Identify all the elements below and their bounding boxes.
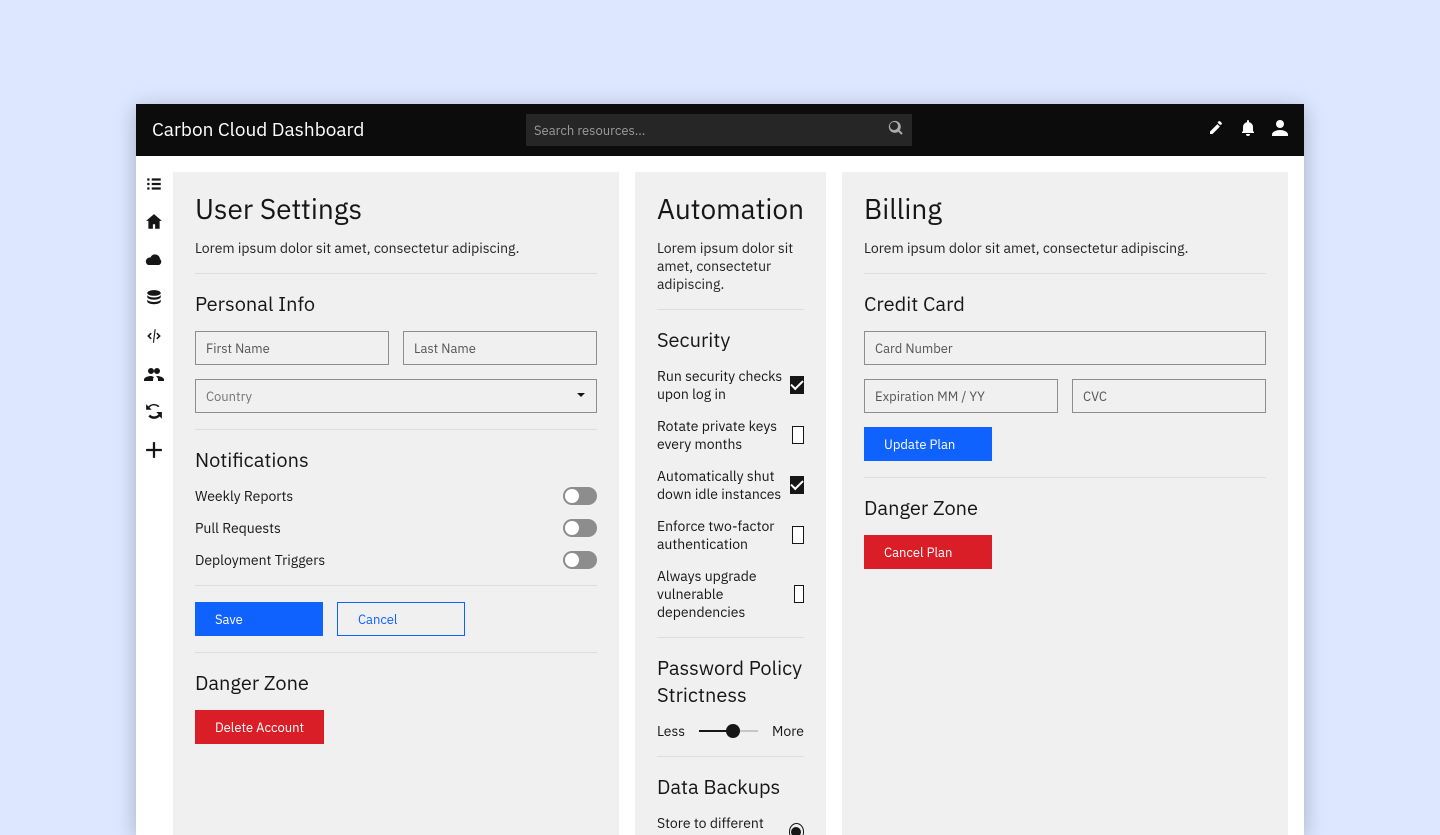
password-policy-heading: Password Policy Strictness (657, 654, 804, 708)
checkbox-upgrade-deps[interactable] (794, 585, 804, 603)
toggle-pull-requests[interactable] (563, 519, 597, 537)
panel-title: Automation (657, 190, 804, 227)
toggle-label: Pull Requests (195, 519, 281, 537)
header-bar: Carbon Cloud Dashboard (136, 104, 1304, 156)
save-button[interactable]: Save (195, 602, 323, 636)
checkbox-enforce-2fa[interactable] (792, 526, 804, 544)
slider-more-label: More (772, 722, 804, 740)
divider (864, 477, 1266, 478)
checkbox-rotate-keys[interactable] (792, 426, 804, 444)
bell-icon[interactable] (1240, 120, 1256, 141)
expiration-input[interactable] (864, 379, 1058, 413)
refresh-icon[interactable] (138, 400, 170, 424)
app-title: Carbon Cloud Dashboard (152, 118, 364, 142)
user-icon[interactable] (1272, 120, 1288, 141)
slider-thumb[interactable] (726, 724, 740, 738)
divider (657, 756, 804, 757)
user-settings-panel: User Settings Lorem ipsum dolor sit amet… (173, 172, 619, 835)
cvc-input[interactable] (1072, 379, 1266, 413)
checkbox-shutdown-idle[interactable] (790, 476, 804, 494)
divider (864, 273, 1266, 274)
checkbox-login-checks[interactable] (790, 376, 804, 394)
notifications-heading: Notifications (195, 446, 597, 473)
users-icon[interactable] (138, 362, 170, 386)
toggle-label: Deployment Triggers (195, 551, 325, 569)
divider (657, 637, 804, 638)
home-icon[interactable] (138, 210, 170, 234)
search-wrap (526, 114, 912, 146)
panel-title: Billing (864, 190, 1266, 227)
check-label: Always upgrade vulnerable dependencies (657, 567, 794, 621)
danger-zone-heading: Danger Zone (195, 669, 597, 696)
automation-panel: Automation Lorem ipsum dolor sit amet, c… (635, 172, 826, 835)
radio-label: Store to different regions (657, 814, 789, 835)
panel-sub: Lorem ipsum dolor sit amet, consectetur … (864, 239, 1266, 257)
panel-title: User Settings (195, 190, 597, 227)
data-backups-heading: Data Backups (657, 773, 804, 800)
first-name-input[interactable] (195, 331, 389, 365)
billing-panel: Billing Lorem ipsum dolor sit amet, cons… (842, 172, 1288, 835)
panel-sub: Lorem ipsum dolor sit amet, consectetur … (195, 239, 597, 257)
cancel-button[interactable]: Cancel (337, 602, 465, 636)
password-strictness-slider[interactable] (699, 730, 758, 732)
check-label: Automatically shut down idle instances (657, 467, 790, 503)
cancel-plan-button[interactable]: Cancel Plan (864, 535, 992, 569)
toggle-label: Weekly Reports (195, 487, 293, 505)
danger-zone-heading: Danger Zone (864, 494, 1266, 521)
delete-account-button[interactable]: Delete Account (195, 710, 324, 744)
credit-card-heading: Credit Card (864, 290, 1266, 317)
cloud-icon[interactable] (138, 248, 170, 272)
dashboard-window: Carbon Cloud Dashboard (136, 104, 1304, 835)
security-heading: Security (657, 326, 804, 353)
edit-icon[interactable] (1208, 120, 1224, 141)
country-select[interactable] (195, 379, 597, 413)
card-number-input[interactable] (864, 331, 1266, 365)
check-label: Rotate private keys every months (657, 417, 792, 453)
check-label: Run security checks upon log in (657, 367, 790, 403)
update-plan-button[interactable]: Update Plan (864, 427, 992, 461)
panel-sub: Lorem ipsum dolor sit amet, consectetur … (657, 239, 804, 293)
divider (657, 309, 804, 310)
divider (195, 652, 597, 653)
divider (195, 273, 597, 274)
slider-less-label: Less (657, 722, 685, 740)
plus-icon[interactable] (138, 438, 170, 462)
check-label: Enforce two-factor authentication (657, 517, 792, 553)
toggle-weekly-reports[interactable] (563, 487, 597, 505)
divider (195, 585, 597, 586)
header-icons (1208, 120, 1288, 141)
search-input[interactable] (526, 114, 912, 146)
divider (195, 429, 597, 430)
toggle-deployment-triggers[interactable] (563, 551, 597, 569)
coins-icon[interactable] (138, 286, 170, 310)
code-icon[interactable] (138, 324, 170, 348)
main-content: User Settings Lorem ipsum dolor sit amet… (173, 156, 1304, 835)
list-icon[interactable] (138, 172, 170, 196)
last-name-input[interactable] (403, 331, 597, 365)
personal-info-heading: Personal Info (195, 290, 597, 317)
body: User Settings Lorem ipsum dolor sit amet… (136, 156, 1304, 835)
radio-different-regions[interactable] (789, 823, 804, 835)
sidebar (136, 156, 173, 835)
